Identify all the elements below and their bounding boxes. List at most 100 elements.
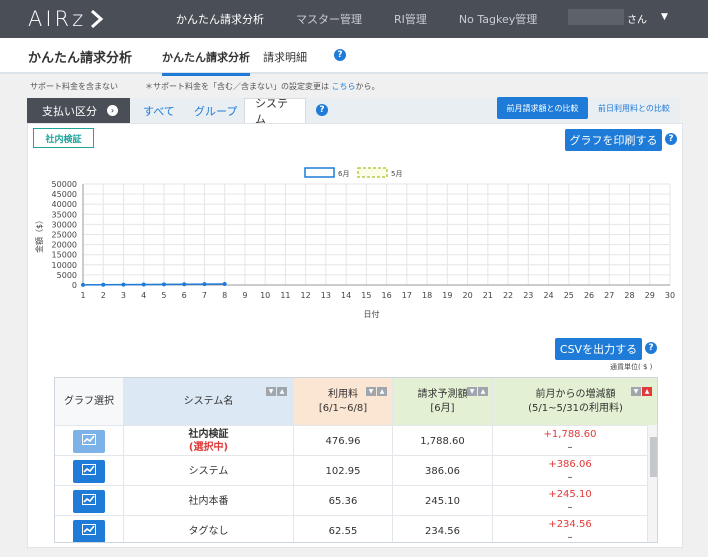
graph-select-button[interactable]: [73, 459, 105, 483]
sort-asc-active-icon[interactable]: ▲: [642, 387, 652, 396]
csv-help-icon[interactable]: ?: [645, 342, 657, 354]
y-axis-label: 金額（$）: [34, 216, 44, 253]
sort-desc-icon[interactable]: ▼: [631, 387, 641, 396]
y-tick-label: 30000: [52, 220, 77, 229]
x-axis-label: 日付: [364, 309, 380, 319]
diff-value: +386.06: [548, 459, 592, 470]
x-tick-label: 11: [280, 291, 290, 300]
sort-asc-icon[interactable]: ▲: [478, 387, 488, 396]
x-tick-label: 21: [483, 291, 493, 300]
graph-select-cell: [55, 516, 124, 542]
sort-buttons-forecast: ▼ ▲: [467, 387, 488, 396]
x-tick-label: 26: [584, 291, 594, 300]
selected-indicator: (選択中): [188, 442, 229, 453]
usage-line-chart: 0500010000150002000025000 300003500040000…: [34, 167, 675, 319]
currency-unit-note: 通貨単位( $ ): [610, 363, 653, 371]
page-header: かんたん請求分析 かんたん請求分析 請求明細 ?: [0, 38, 708, 76]
table-row[interactable]: タグなし 62.55 234.56 +234.56 –: [55, 515, 647, 542]
graph-select-button[interactable]: [73, 429, 105, 453]
support-setting-link[interactable]: こちら: [332, 82, 356, 91]
x-tick-label: 12: [301, 291, 311, 300]
header-help-icon[interactable]: ?: [334, 49, 346, 61]
legend-label-june: 6月: [338, 170, 349, 178]
system-name-cell: 社内本番: [124, 486, 294, 516]
x-tick-label: 16: [382, 291, 392, 300]
x-tick-label: 23: [523, 291, 533, 300]
diff-cell: +1,788.60 –: [493, 426, 647, 456]
print-graph-button[interactable]: グラフを印刷する: [565, 129, 662, 151]
x-tick-label: 8: [222, 291, 227, 300]
sort-buttons-usage: ▼ ▲: [366, 387, 387, 396]
x-tick-label: 28: [624, 291, 634, 300]
data-point-june: [182, 282, 187, 287]
x-tick-label: 29: [645, 291, 655, 300]
tabs-help-icon[interactable]: ?: [316, 104, 328, 116]
usage-cell: 65.36: [294, 486, 393, 516]
line-chart-icon: [82, 463, 96, 479]
x-tick-label: 9: [242, 291, 247, 300]
sort-buttons-system: ▼ ▲: [266, 387, 287, 396]
y-tick-label: 45000: [52, 190, 77, 199]
nav-no-tagkey-management[interactable]: No Tagkey管理: [459, 11, 537, 27]
payment-category-button[interactable]: 支払い区分 ›: [27, 98, 130, 123]
graph-select-button[interactable]: [73, 519, 105, 542]
forecast-cell: 1,788.60: [393, 426, 493, 456]
compare-prev-day-link[interactable]: 前日利用料との比較: [598, 103, 670, 114]
user-menu-caret-icon[interactable]: ▼: [661, 12, 668, 22]
system-name: タグなし: [188, 525, 229, 537]
app-root: AIRz かんたん請求分析 マスター管理 RI管理 No Tagkey管理 さん…: [0, 0, 708, 557]
col-header-usage: 利用料 [6/1~6/8] ▼ ▲: [294, 378, 393, 425]
compare-prev-month-button[interactable]: 前月請求額との比較: [497, 97, 588, 119]
diff-secondary: –: [567, 472, 573, 483]
usage-cell: 476.96: [294, 426, 393, 456]
line-chart-icon: [82, 493, 96, 509]
airz-logo[interactable]: AIRz: [28, 7, 146, 31]
tab-all[interactable]: すべて: [143, 98, 175, 123]
legend-label-may: 5月: [391, 170, 402, 178]
system-name-cell: システム: [124, 456, 294, 486]
tab-group[interactable]: グループ: [194, 98, 237, 123]
sort-asc-icon[interactable]: ▲: [377, 387, 387, 396]
csv-export-button[interactable]: CSVを出力する: [555, 338, 642, 360]
support-fee-status: サポート料金を含まない: [30, 82, 118, 91]
graph-select-cell: [55, 456, 124, 486]
support-note-suffix: から。: [355, 82, 380, 91]
payment-category-label: 支払い区分: [42, 104, 97, 118]
scrollbar-thumb[interactable]: [650, 437, 657, 477]
usage-cell: 62.55: [294, 516, 393, 542]
nav-master-management[interactable]: マスター管理: [296, 11, 362, 27]
table-row[interactable]: 社内本番 65.36 245.10 +245.10 –: [55, 485, 647, 516]
print-help-icon[interactable]: ?: [665, 133, 677, 145]
graph-select-cell: [55, 426, 124, 456]
x-tick-label: 25: [564, 291, 574, 300]
chevron-right-icon: ›: [107, 105, 118, 116]
y-tick-label: 35000: [52, 210, 77, 219]
usage-value: 65.36: [328, 495, 358, 507]
nav-ri-management[interactable]: RI管理: [394, 11, 427, 27]
graph-select-button[interactable]: [73, 489, 105, 513]
diff-value: +245.10: [548, 489, 592, 500]
x-tick-label: 14: [341, 291, 351, 300]
line-chart-icon: [82, 433, 96, 449]
tab-billing-analysis[interactable]: かんたん請求分析: [162, 49, 250, 76]
selected-system-tag[interactable]: 社内検証: [33, 128, 94, 148]
table-row[interactable]: 社内検証 (選択中) 476.96 1,788.60 +1,788.60 –: [55, 425, 647, 456]
diff-value: +234.56: [548, 519, 592, 530]
sort-desc-icon[interactable]: ▼: [266, 387, 276, 396]
x-tick-label: 7: [202, 291, 207, 300]
sort-desc-icon[interactable]: ▼: [467, 387, 477, 396]
x-tick-label: 30: [665, 291, 675, 300]
table-scrollbar[interactable]: [647, 425, 657, 542]
table-row[interactable]: システム 102.95 386.06 +386.06 –: [55, 455, 647, 486]
diff-header-label: 前月からの増減額: [535, 388, 616, 400]
system-name: 社内本番: [188, 495, 229, 507]
sort-desc-icon[interactable]: ▼: [366, 387, 376, 396]
nav-billing-analysis[interactable]: かんたん請求分析: [176, 11, 264, 27]
diff-cell: +245.10 –: [493, 486, 647, 516]
diff-value: +1,788.60: [543, 429, 597, 440]
y-tick-label: 25000: [52, 231, 77, 240]
tab-system[interactable]: システム: [244, 97, 306, 126]
tab-billing-details[interactable]: 請求明細: [263, 49, 307, 65]
x-tick-label: 24: [543, 291, 553, 300]
sort-asc-icon[interactable]: ▲: [277, 387, 287, 396]
